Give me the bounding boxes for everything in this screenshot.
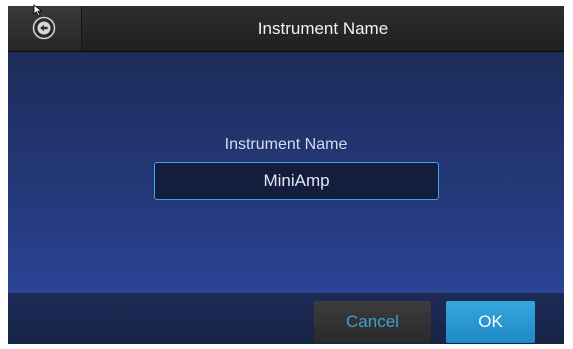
page-title: Instrument Name <box>257 19 389 38</box>
back-arrow-icon[interactable] <box>32 16 56 40</box>
ok-button[interactable]: OK <box>446 301 535 343</box>
instrument-name-input[interactable] <box>154 162 439 200</box>
instrument-name-screen: Instrument Name Instrument Name Cancel O… <box>8 6 564 344</box>
main-content: Instrument Name <box>8 52 564 292</box>
mouse-cursor-icon <box>33 4 43 17</box>
footer-bar: Cancel OK <box>8 292 564 344</box>
instrument-name-label: Instrument Name <box>224 136 348 153</box>
cancel-button[interactable]: Cancel <box>314 301 431 343</box>
header-bar: Instrument Name <box>8 6 564 52</box>
